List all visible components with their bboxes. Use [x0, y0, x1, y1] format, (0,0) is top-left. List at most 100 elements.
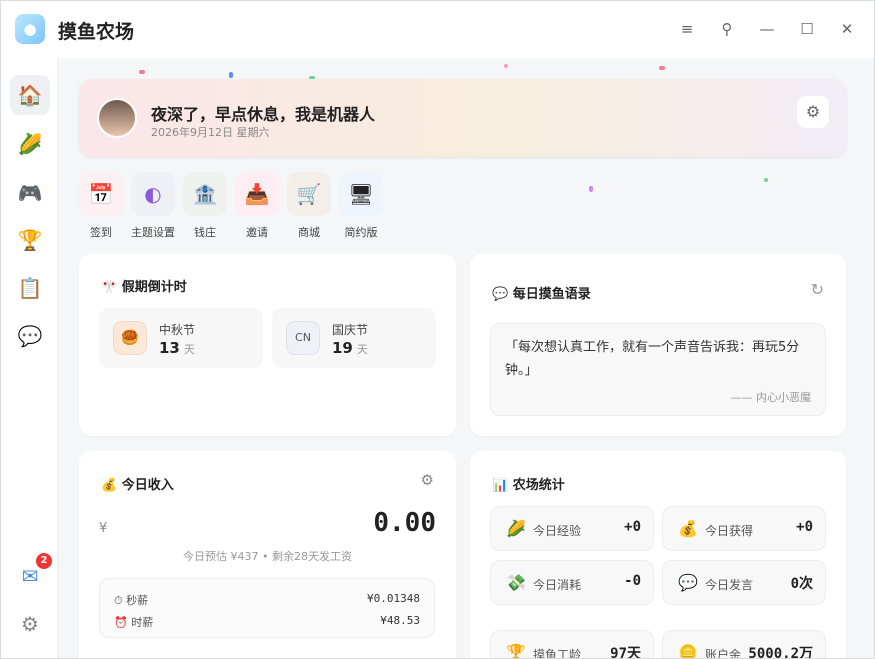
income-title-text: 今日收入 — [121, 478, 174, 493]
speech-bubble-icon: 💬 — [492, 287, 509, 302]
title-bar: ● 摸鱼农场 ≡ ⚲ — ☐ ✕ — [1, 1, 874, 58]
invite-button[interactable]: 📥 — [235, 172, 279, 216]
avatar[interactable] — [97, 98, 137, 138]
gear-icon: ⚙ — [805, 102, 821, 121]
minimize-icon[interactable]: — — [757, 19, 777, 39]
stat-today-earned: 💰 今日获得 +0 — [662, 506, 826, 551]
money-bag-icon: 💰 — [678, 519, 698, 538]
stat-label: 摸鱼工龄 — [533, 648, 582, 659]
holiday-days-value: 13 — [159, 339, 180, 357]
holiday-days: 13 天 — [159, 339, 195, 357]
holiday-days-unit: 天 — [183, 343, 195, 356]
theme-settings-button[interactable]: ◐ — [131, 172, 175, 216]
quote-text: 「每次想认真工作，就有一个声音告诉我：再玩5分钟。」 — [505, 340, 800, 378]
sidebar-item-clipboard[interactable]: 📋 — [10, 268, 50, 308]
sidebar-item-chat[interactable]: 💬 — [10, 316, 50, 356]
daily-quote-card: 💬 每日摸鱼语录 ↻ 「每次想认真工作，就有一个声音告诉我：再玩5分钟。」 ——… — [470, 254, 846, 436]
stat-label: 今日发言 — [705, 578, 754, 592]
stat-value: +0 — [624, 519, 641, 535]
coin-icon: 🪙 — [678, 643, 698, 659]
sidebar-item-trophy[interactable]: 🏆 — [10, 220, 50, 260]
gear-icon: ⚙ — [21, 612, 39, 636]
stat-value: +0 — [796, 519, 813, 535]
income-card-title: 💰 今日收入 — [101, 474, 174, 493]
stat-value: -0 — [624, 573, 641, 589]
stat-value: 0次 — [790, 576, 813, 592]
holiday-days: 19 天 — [332, 339, 368, 357]
mail-badge: 2 — [36, 553, 52, 569]
holiday-name: 国庆节 — [332, 323, 369, 337]
trophy-icon: 🏆 — [17, 228, 43, 252]
close-icon[interactable]: ✕ — [837, 19, 857, 39]
confetti — [139, 70, 145, 74]
checkin-button[interactable]: 📅 — [79, 172, 123, 216]
per-second-label: ⏱ 秒薪 — [114, 592, 148, 608]
stopwatch-icon: ⏱ — [114, 594, 123, 607]
bank-label: 钱庄 — [194, 226, 216, 239]
currency-symbol: ¥ — [99, 521, 108, 536]
stat-label: 今日消耗 — [533, 578, 582, 592]
stat-value: 5000.2万 — [748, 646, 813, 659]
stat-label: 今日获得 — [705, 524, 754, 538]
quote-title-text: 每日摸鱼语录 — [512, 287, 591, 302]
income-settings-icon[interactable]: ⚙ — [421, 471, 434, 489]
farm-stats-card: 📊 农场统计 🌽 今日经验 +0 💰 今日获得 +0 💸 今日消耗 -0 💬 今… — [470, 451, 846, 659]
refresh-icon[interactable]: ↻ — [811, 280, 824, 299]
mooncake-icon: 🥮 — [113, 321, 147, 355]
simple-mode-button[interactable]: 🖥 — [339, 172, 383, 216]
sidebar: 🏠 🌽 🎮 🏆 📋 💬 ✉ 2 ⚙ — [1, 58, 58, 658]
theme-settings-label: 主题设置 — [131, 226, 175, 239]
holiday-days-unit: 天 — [356, 343, 368, 356]
salary-box: ⏱ 秒薪 ¥0.01348 ⏰ 时薪 ¥48.53 — [99, 578, 435, 638]
money-wings-icon: 💸 — [506, 573, 526, 592]
bank-icon: 🏦 — [192, 182, 218, 206]
pin-icon[interactable]: ⚲ — [717, 19, 737, 39]
farm-card-title: 📊 农场统计 — [492, 474, 565, 493]
cart-icon: 🛒 — [296, 182, 322, 206]
bar-chart-icon: 📊 — [492, 478, 509, 493]
holiday-name: 中秋节 — [159, 323, 196, 337]
app-title: 摸鱼农场 — [58, 21, 135, 43]
shop-label: 商城 — [298, 226, 320, 239]
per-second-value: ¥0.01348 — [367, 592, 420, 605]
stat-label: 今日经验 — [533, 524, 582, 538]
home-icon: 🏠 — [17, 83, 43, 107]
sidebar-item-home[interactable]: 🏠 — [10, 75, 50, 115]
bank-button[interactable]: 🏦 — [183, 172, 227, 216]
chat-icon: 💬 — [17, 324, 43, 348]
stat-account-balance: 🪙 账户余 5000.2万 — [662, 630, 826, 659]
clipboard-icon: 📋 — [17, 276, 43, 300]
stat-label: 账户余 — [705, 648, 742, 659]
confetti — [229, 72, 233, 78]
confetti — [764, 178, 768, 182]
banner-settings-button[interactable]: ⚙ — [797, 96, 829, 128]
sidebar-item-settings[interactable]: ⚙ — [10, 604, 50, 644]
per-second-text: 秒薪 — [126, 594, 149, 607]
theme-icon: ◐ — [144, 182, 162, 206]
quote-card-title: 💬 每日摸鱼语录 — [492, 283, 591, 302]
gamepad-icon: 🎮 — [17, 181, 43, 205]
speech-bubble-icon: 💬 — [678, 573, 698, 592]
checkin-label: 签到 — [90, 226, 112, 239]
per-hour-label: ⏰ 时薪 — [114, 614, 153, 630]
flag-icon: 🎌 — [101, 280, 118, 295]
sidebar-item-game[interactable]: 🎮 — [10, 173, 50, 213]
inbox-download-icon: 📥 — [244, 182, 270, 206]
invite-label: 邀请 — [246, 226, 268, 239]
income-amount: 0.00 — [373, 508, 436, 538]
corn-icon: 🌽 — [506, 519, 526, 538]
holiday-countdown-card: 🎌 假期倒计时 🥮 中秋节 13 天 CN 国庆节 19 天 — [79, 254, 456, 436]
money-bag-icon: 💰 — [101, 478, 118, 493]
maximize-icon[interactable]: ☐ — [797, 19, 817, 39]
quote-box: 「每次想认真工作，就有一个声音告诉我：再玩5分钟。」 —— 内心小恶魔 — [490, 323, 826, 416]
main-content: 夜深了，早点休息，我是机器人 2026年9月12日 星期六 ⚙ 📅 签到 ◐ 主… — [59, 58, 874, 659]
farm-title-text: 农场统计 — [512, 478, 565, 493]
per-hour-text: 时薪 — [131, 616, 154, 629]
date-text: 2026年9月12日 星期六 — [151, 126, 270, 139]
confetti — [589, 186, 593, 192]
holiday-days-value: 19 — [332, 339, 353, 357]
shop-button[interactable]: 🛒 — [287, 172, 331, 216]
trophy-icon: 🏆 — [506, 643, 526, 659]
menu-icon[interactable]: ≡ — [677, 19, 697, 39]
sidebar-item-farm[interactable]: 🌽 — [10, 124, 50, 164]
